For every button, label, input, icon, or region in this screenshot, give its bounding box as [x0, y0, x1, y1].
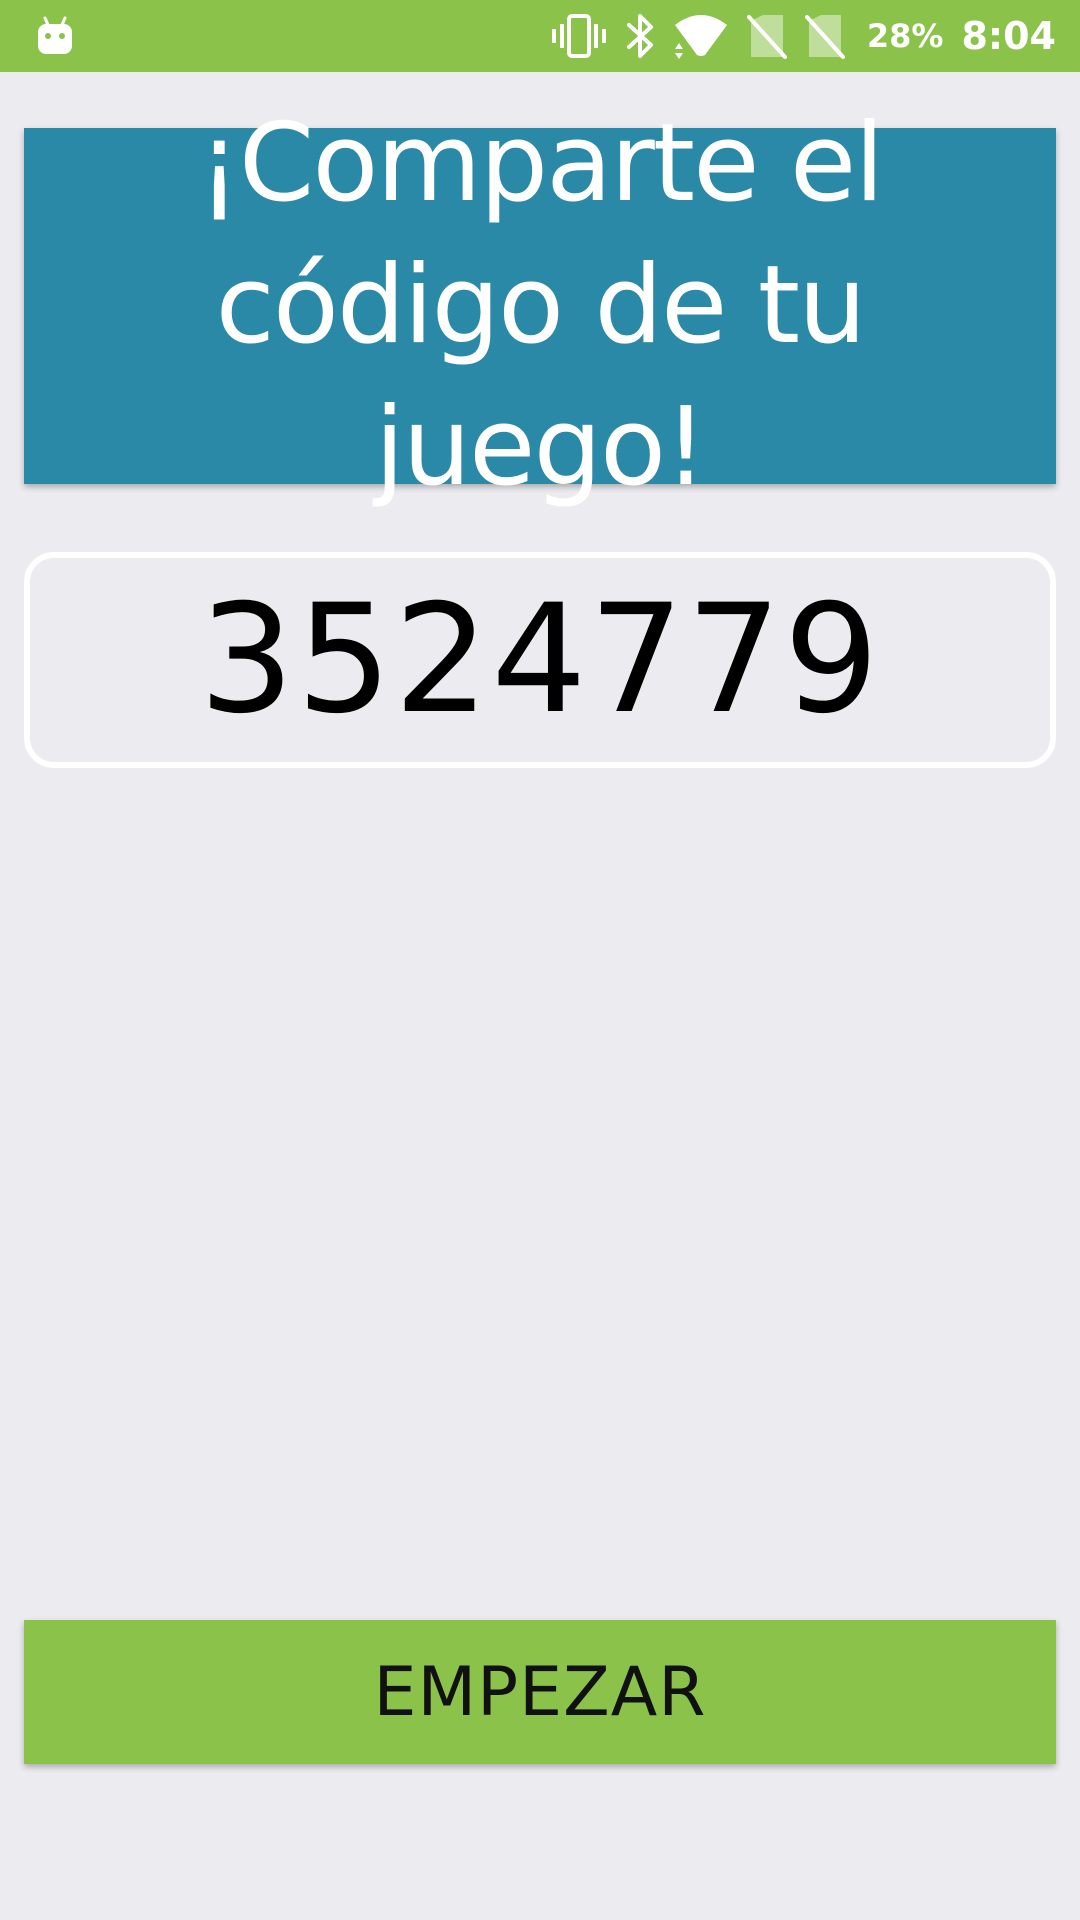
game-code: 3524779 — [198, 573, 882, 747]
game-code-box: 3524779 — [24, 552, 1056, 768]
vibrate-icon — [551, 14, 607, 58]
start-button[interactable]: EMPEZAR — [24, 1620, 1056, 1764]
bluetooth-icon — [625, 13, 655, 59]
wifi-icon — [673, 13, 729, 59]
start-button-label: EMPEZAR — [373, 1652, 707, 1732]
battery-percent: 28% — [866, 17, 944, 55]
page-title: ¡Comparte el código de tu juego! — [197, 101, 885, 510]
status-bar: 28% 8:04 — [0, 0, 1080, 72]
clock: 8:04 — [961, 14, 1056, 58]
no-sim-icon — [804, 13, 845, 59]
no-sim-icon — [746, 13, 787, 59]
header-banner: ¡Comparte el código de tu juego! — [24, 101, 1056, 510]
android-icon — [36, 16, 74, 56]
